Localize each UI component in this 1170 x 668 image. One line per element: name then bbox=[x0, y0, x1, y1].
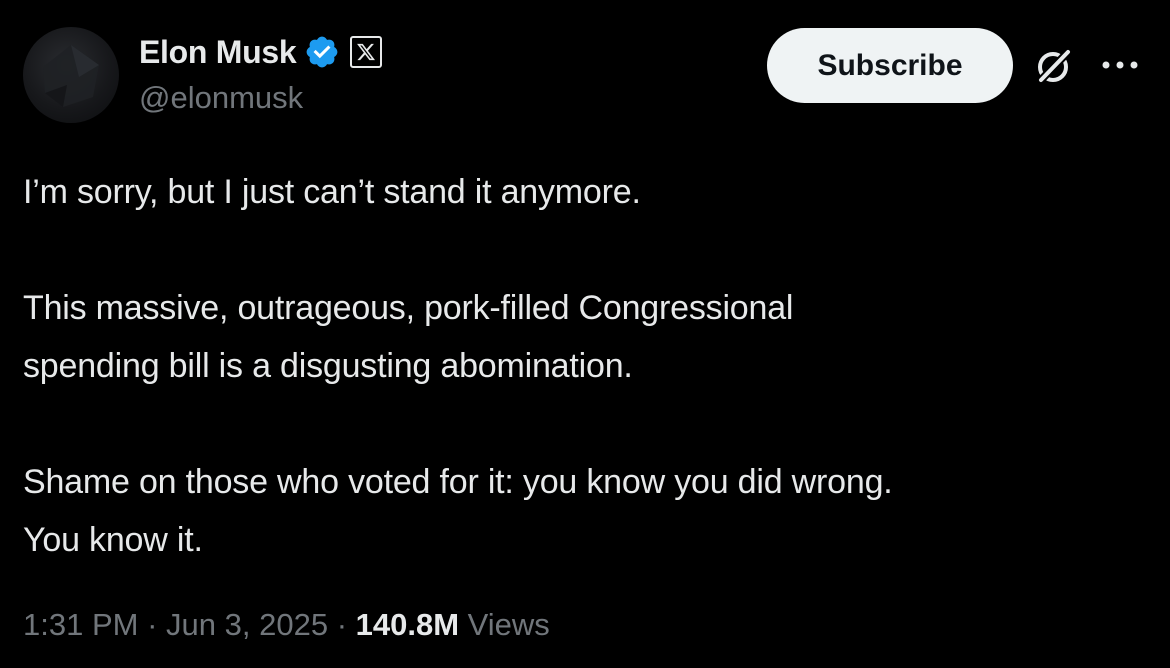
tweet-date[interactable]: Jun 3, 2025 bbox=[166, 607, 328, 642]
views-label: Views bbox=[467, 607, 550, 642]
tweet-text: I’m sorry, but I just can’t stand it any… bbox=[23, 163, 1143, 569]
display-name[interactable]: Elon Musk bbox=[139, 34, 297, 71]
meta-separator: · bbox=[147, 607, 158, 642]
tweet-line: You know it. bbox=[23, 521, 203, 559]
avatar-image bbox=[43, 45, 99, 107]
x-logo-icon[interactable] bbox=[350, 36, 383, 68]
tweet-line: Shame on those who voted for it: you kno… bbox=[23, 463, 893, 501]
avatar[interactable] bbox=[23, 27, 119, 123]
author-name-row: Elon Musk bbox=[139, 30, 383, 74]
views-count[interactable]: 140.8M bbox=[356, 607, 459, 642]
tweet-line: I’m sorry, but I just can’t stand it any… bbox=[23, 173, 641, 211]
tweet-line: This massive, outrageous, pork-filled Co… bbox=[23, 289, 794, 327]
more-icon[interactable] bbox=[1098, 50, 1142, 80]
subscribe-button[interactable]: Subscribe bbox=[767, 28, 1013, 103]
tweet-meta: 1:31 PM · Jun 3, 2025 · 140.8M Views bbox=[23, 607, 550, 643]
tweet-line: spending bill is a disgusting abominatio… bbox=[23, 347, 633, 385]
verified-badge-icon[interactable] bbox=[304, 34, 340, 70]
author-handle[interactable]: @elonmusk bbox=[139, 80, 303, 116]
tweet-time[interactable]: 1:31 PM bbox=[23, 607, 138, 642]
grok-icon[interactable] bbox=[1032, 44, 1076, 88]
meta-separator: · bbox=[336, 607, 348, 642]
